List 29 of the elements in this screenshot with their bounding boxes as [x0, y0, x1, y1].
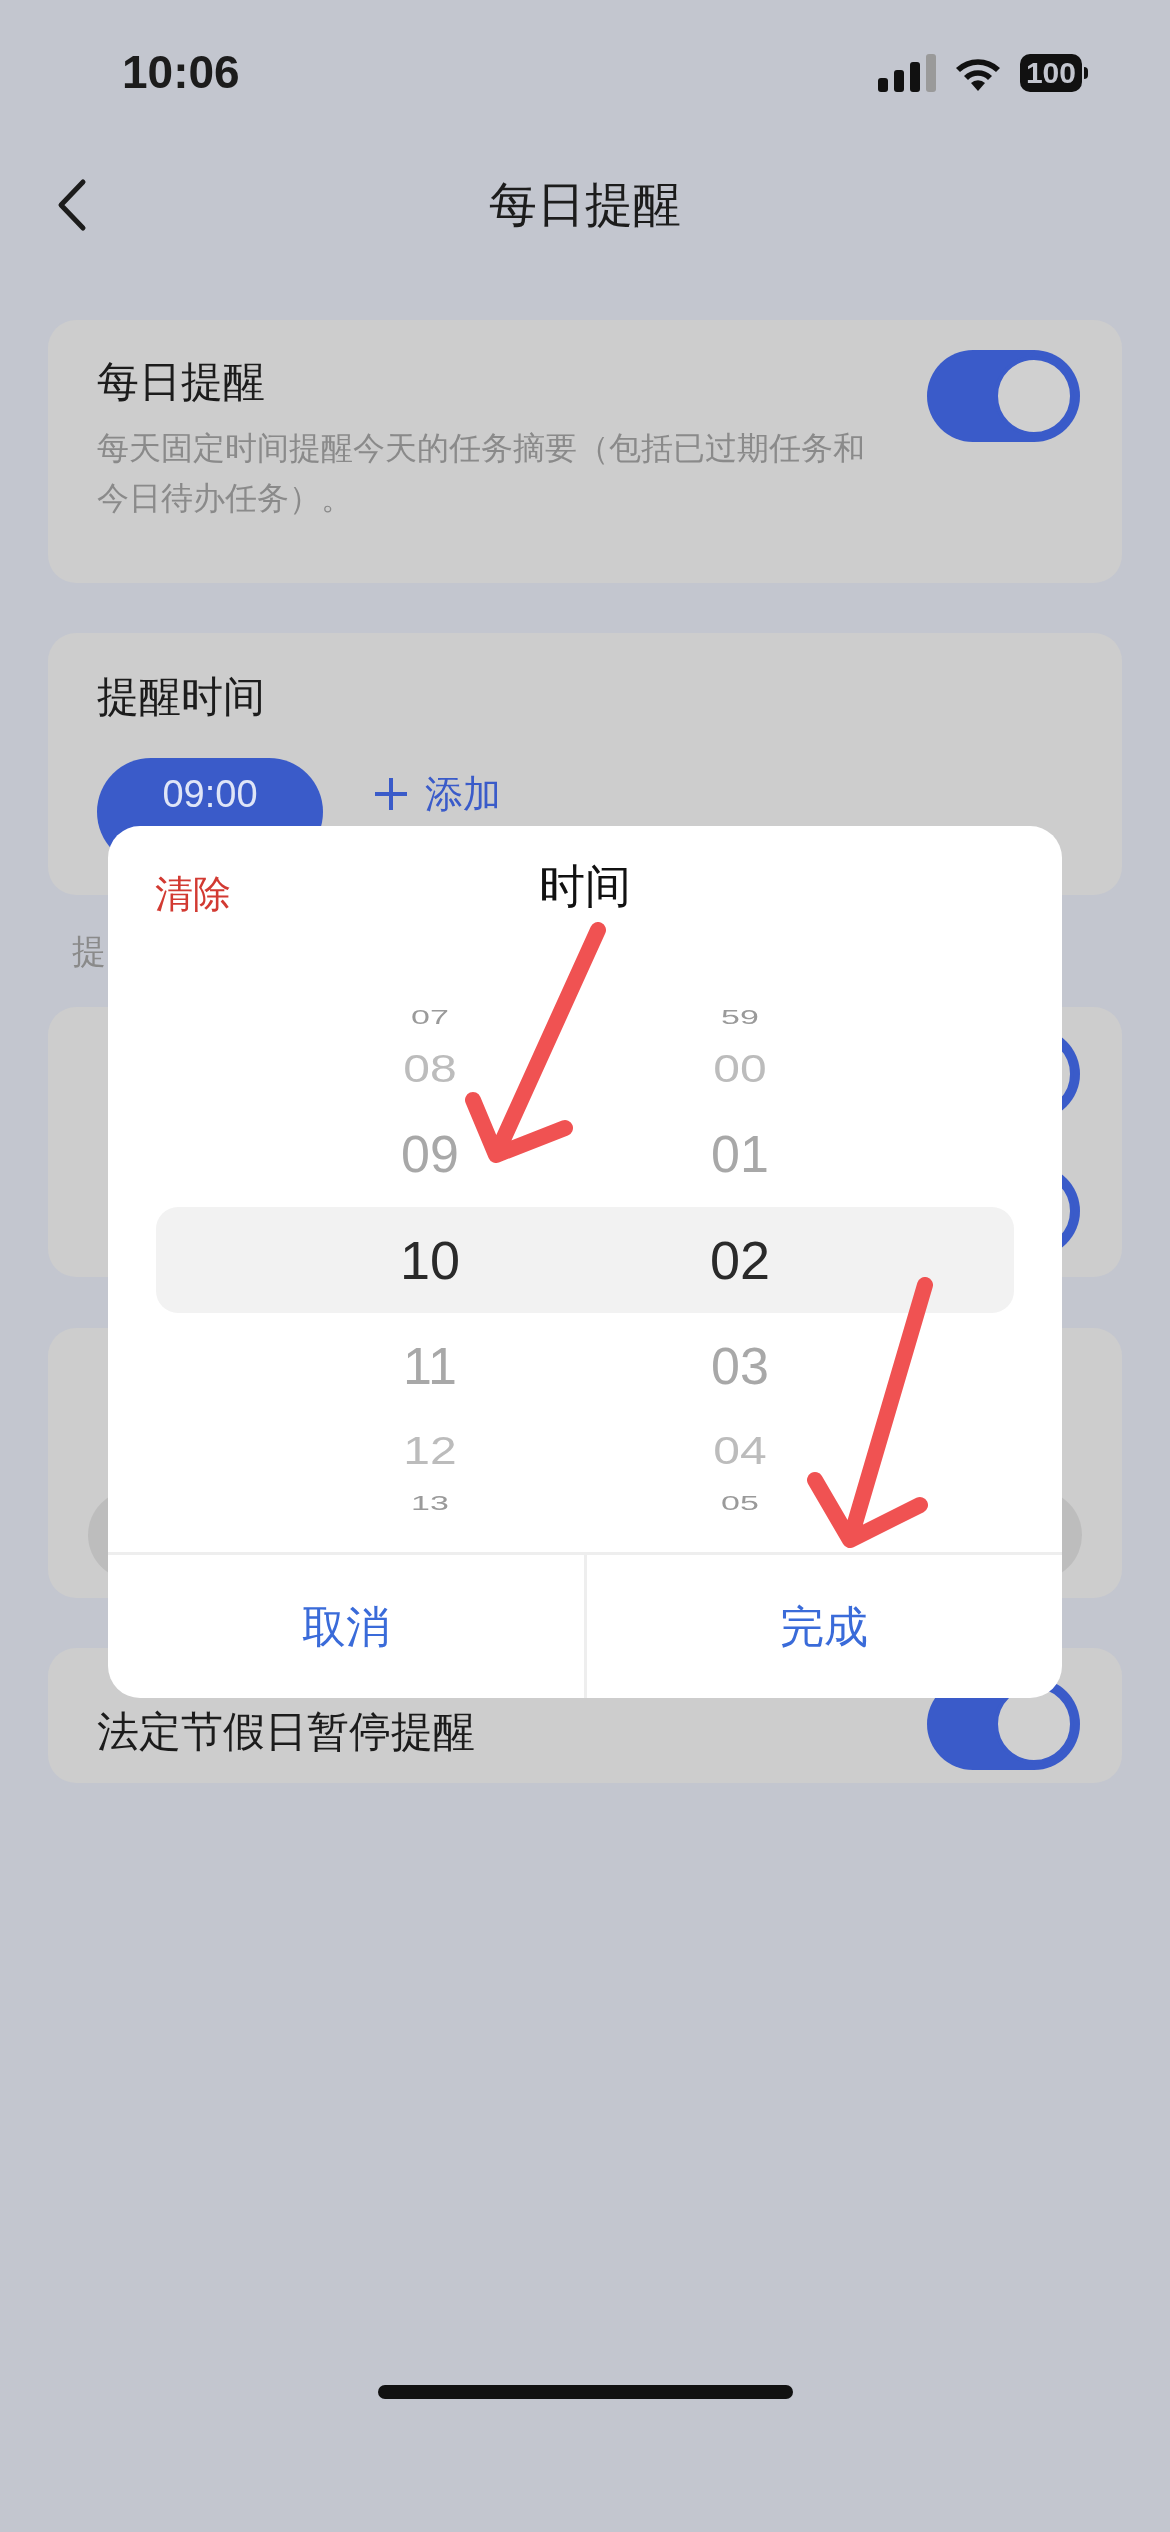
page-title: 每日提醒	[489, 177, 681, 233]
picker-option[interactable]: 10	[399, 1233, 461, 1287]
picker-option[interactable]: 07	[411, 1006, 449, 1028]
setting-title: 每日提醒	[97, 357, 266, 407]
section-label: 提	[72, 930, 106, 972]
dialog-button[interactable]: 取消	[108, 1555, 584, 1698]
dialog-title: 时间	[539, 858, 631, 914]
picker-option[interactable]: 11	[403, 1340, 457, 1392]
picker-option[interactable]: 00	[713, 1049, 767, 1089]
picker-option[interactable]: 03	[711, 1340, 769, 1392]
section-title: 提醒时间	[97, 672, 266, 722]
picker-option[interactable]: 01	[711, 1128, 769, 1180]
picker-option[interactable]: 04	[713, 1431, 767, 1471]
setting-description: 每天固定时间提醒今天的任务摘要（包括已过期任务和今日待办任务）。	[97, 429, 866, 518]
add-button[interactable]: 添加	[373, 758, 501, 816]
picker-option[interactable]: 08	[403, 1049, 457, 1089]
signal-icon	[877, 53, 936, 92]
picker-option[interactable]: 02	[709, 1233, 771, 1287]
picker-option[interactable]: 05	[721, 1492, 759, 1514]
status-time: 10:06	[122, 45, 240, 100]
picker-option[interactable]: 09	[401, 1128, 459, 1180]
picker-option[interactable]: 13	[411, 1492, 449, 1514]
dialog-button[interactable]: 完成	[583, 1555, 1062, 1698]
setting-title: 法定节假日暂停提醒	[97, 1707, 475, 1757]
plus-icon	[373, 776, 409, 812]
picker-option[interactable]: 59	[721, 1006, 759, 1028]
picker-option[interactable]: 12	[403, 1431, 457, 1471]
battery-level: 100	[1019, 53, 1082, 92]
clear-button[interactable]: 清除	[155, 866, 231, 923]
